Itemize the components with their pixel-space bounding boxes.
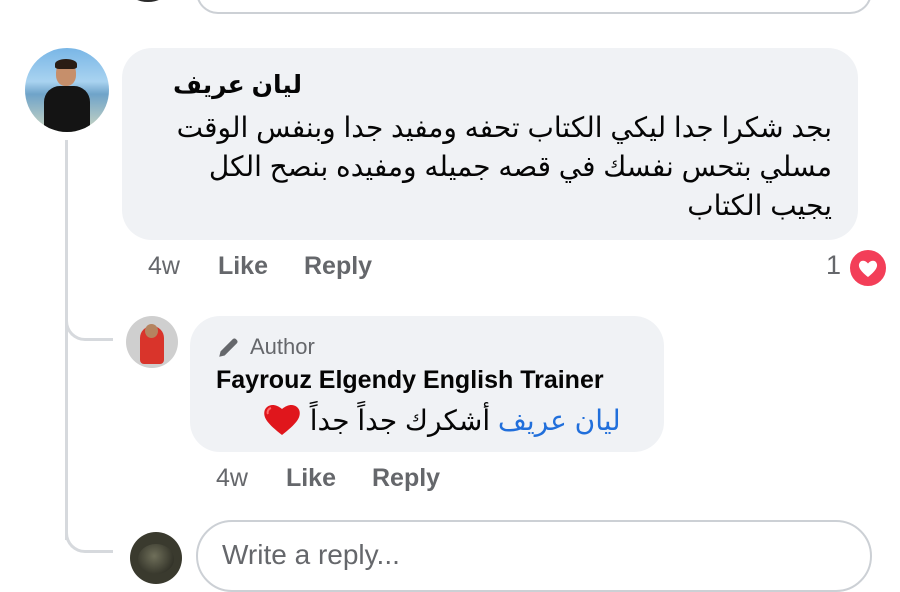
comment-reply-button[interactable]: Reply — [304, 252, 372, 281]
author-badge: Author — [216, 332, 315, 362]
reply-mention[interactable]: ليان عريف — [498, 405, 621, 436]
reply-text: ليان عريف أشكرك جداً جداً — [262, 402, 621, 439]
reply-time[interactable]: 4w — [216, 464, 248, 493]
comment-actions: 4w Like Reply — [148, 252, 372, 281]
love-reaction-icon[interactable] — [848, 248, 888, 288]
current-user-avatar[interactable] — [130, 532, 182, 584]
commenter-name[interactable]: ليان عريف — [173, 70, 302, 100]
reply-message: أشكرك جداً جداً — [309, 405, 491, 436]
commenter-avatar[interactable] — [25, 48, 109, 132]
red-heart-icon — [264, 404, 300, 435]
author-badge-label: Author — [250, 334, 315, 359]
reply-actions: 4w Like Reply — [216, 464, 440, 493]
write-reply-box[interactable] — [196, 520, 872, 592]
write-reply-input[interactable] — [220, 538, 824, 572]
pencil-icon — [219, 338, 238, 357]
previous-avatar — [130, 0, 166, 2]
comment-like-button[interactable]: Like — [218, 252, 268, 281]
thread-connector-reply — [65, 290, 113, 341]
reaction-count[interactable]: 1 — [826, 250, 841, 281]
reply-author-name[interactable]: Fayrouz Elgendy English Trainer — [216, 366, 604, 395]
previous-reply-input — [196, 0, 872, 14]
comment-text: بجد شكرا جدا ليكي الكتاب تحفه ومفيد جدا … — [176, 112, 832, 221]
thread-connector-composer — [65, 500, 113, 553]
author-avatar[interactable] — [126, 316, 178, 368]
comment-time[interactable]: 4w — [148, 252, 180, 281]
reply-like-button[interactable]: Like — [286, 464, 336, 493]
reply-reply-button[interactable]: Reply — [372, 464, 440, 493]
thread-line — [65, 140, 68, 540]
